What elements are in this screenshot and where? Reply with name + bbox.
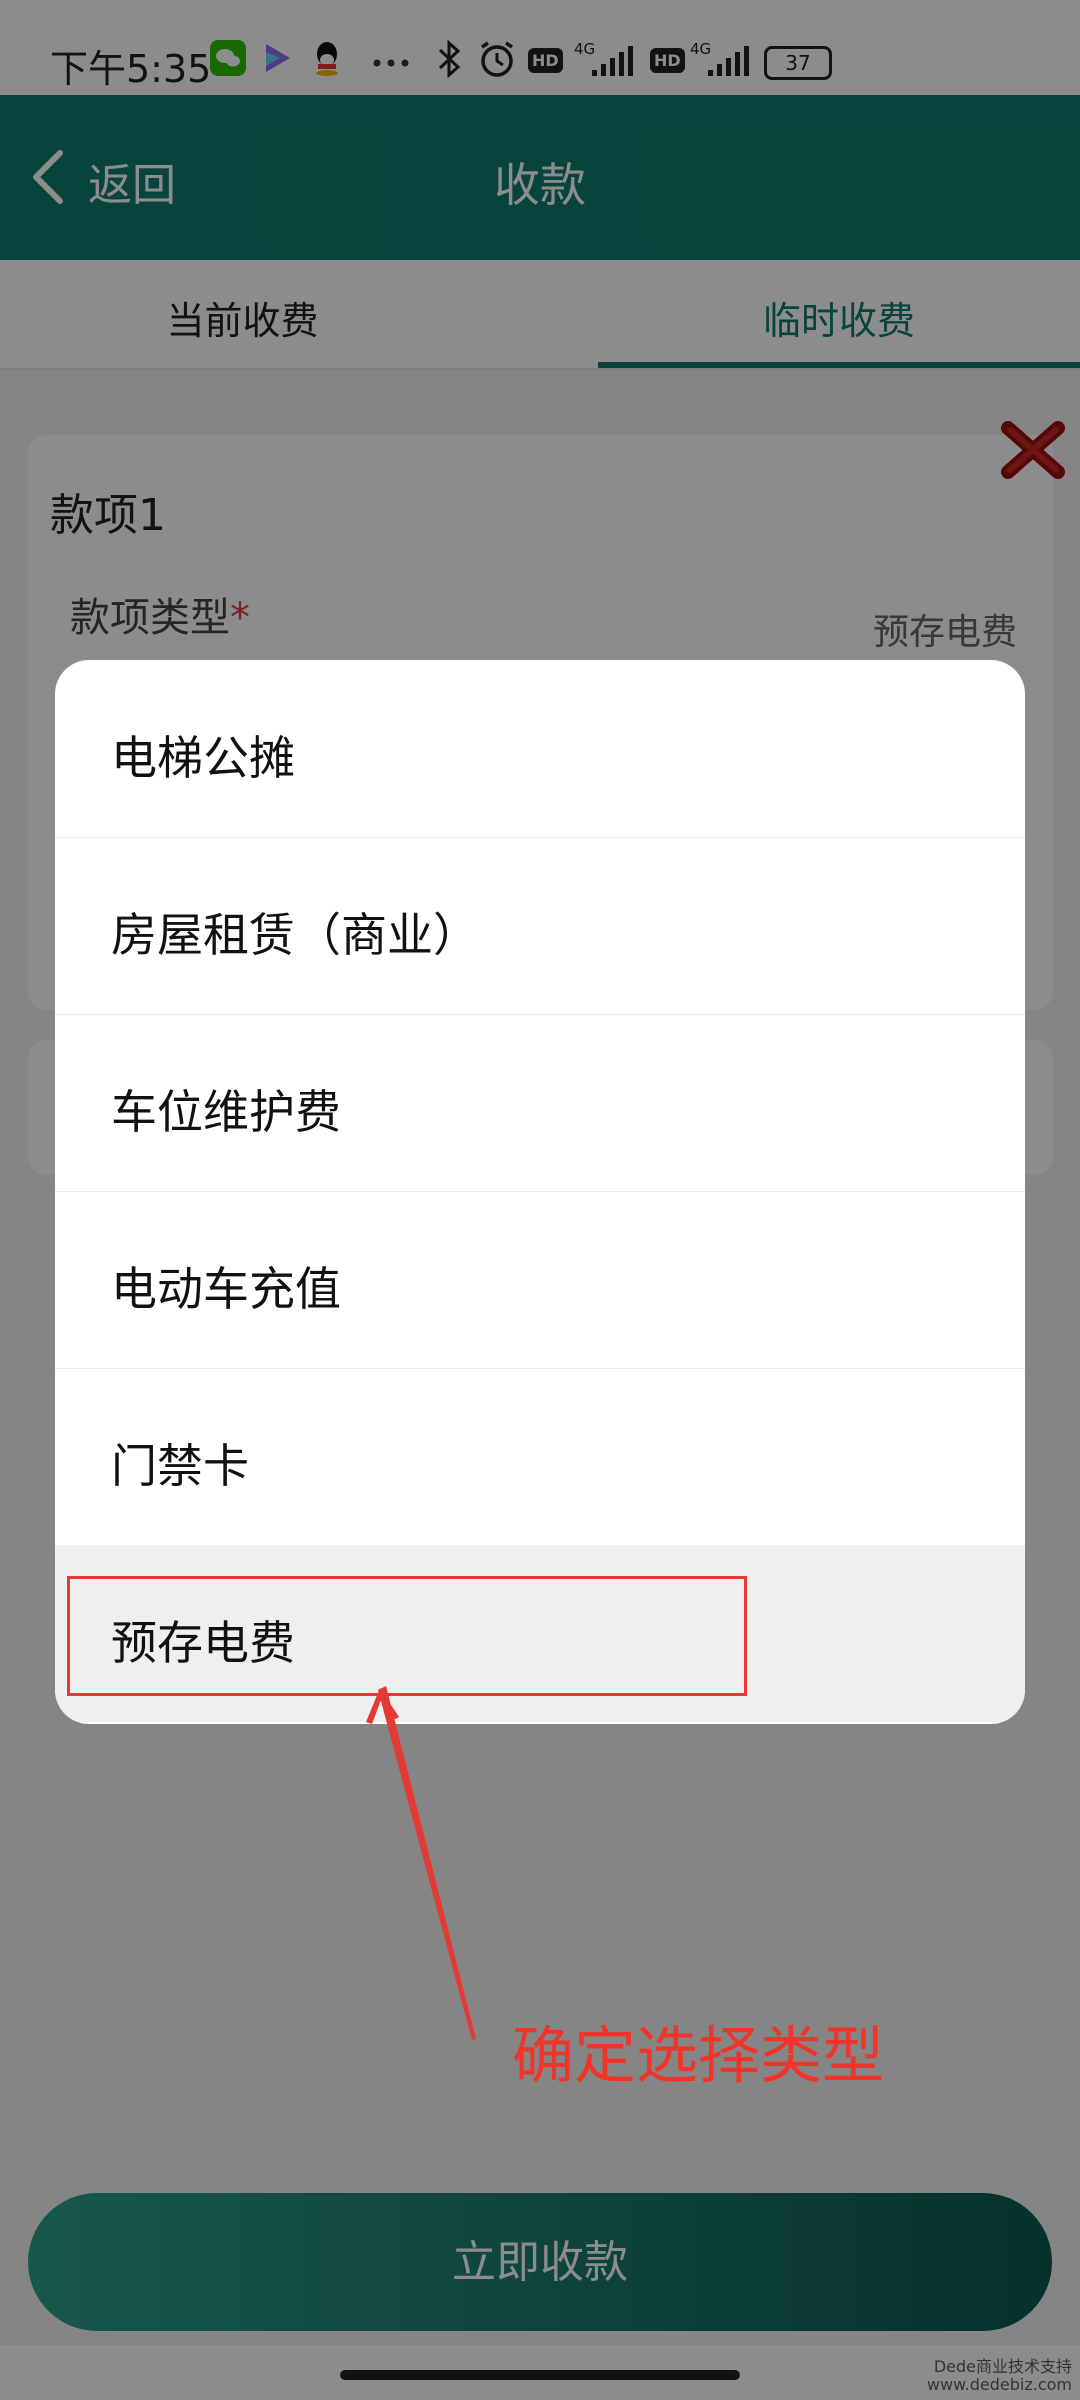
picker-option-ev-recharge[interactable]: 电动车充值 bbox=[55, 1191, 1025, 1369]
annotation-highlight-box bbox=[67, 1576, 747, 1696]
option-label: 车位维护费 bbox=[111, 1085, 341, 1139]
watermark-line: www.dedebiz.com bbox=[926, 2375, 1072, 2394]
option-label: 房屋租赁（商业） bbox=[111, 908, 479, 962]
picker-option-access-card[interactable]: 门禁卡 bbox=[55, 1368, 1025, 1546]
watermark: Dede商业技术支持 www.dedebiz.com bbox=[927, 2358, 1072, 2394]
annotation-label: 确定选择类型 bbox=[512, 2019, 885, 2092]
watermark-line: Dede商业技术支持 bbox=[933, 2357, 1072, 2376]
picker-option-elevator-share[interactable]: 电梯公摊 bbox=[55, 660, 1025, 838]
option-label: 门禁卡 bbox=[111, 1439, 249, 1493]
picker-option-commercial-lease[interactable]: 房屋租赁（商业） bbox=[55, 837, 1025, 1015]
option-label: 电动车充值 bbox=[111, 1262, 341, 1316]
picker-option-parking-maintenance[interactable]: 车位维护费 bbox=[55, 1014, 1025, 1192]
charge-type-picker: 电梯公摊 房屋租赁（商业） 车位维护费 电动车充值 门禁卡 预存电费 bbox=[55, 660, 1025, 1724]
option-label: 电梯公摊 bbox=[111, 731, 295, 785]
